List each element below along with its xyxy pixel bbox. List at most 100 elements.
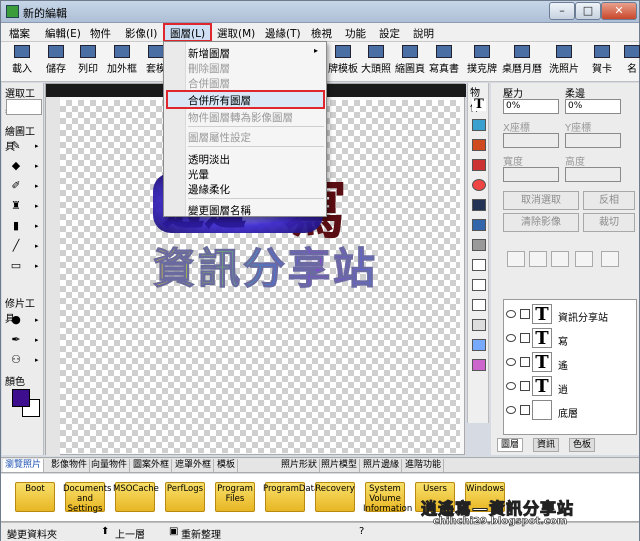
folder-item[interactable]: Program Files bbox=[213, 480, 257, 518]
y-input[interactable] bbox=[565, 133, 621, 148]
new-layer-icon[interactable] bbox=[507, 251, 525, 267]
softedge-input[interactable]: 0% bbox=[565, 99, 621, 114]
menu-item-soften-edge[interactable]: 邊緣柔化 bbox=[188, 182, 230, 197]
menu-function[interactable]: 功能 bbox=[345, 26, 366, 41]
menu-settings[interactable]: 設定 bbox=[379, 26, 400, 41]
menu-item-merge-layer[interactable]: 合併圖層 bbox=[188, 76, 230, 91]
close-button[interactable]: ✕ bbox=[601, 2, 637, 20]
poker-card-button[interactable]: 撲克牌 bbox=[467, 44, 497, 80]
menu-item-rename-layer[interactable]: 變更圖層名稱 bbox=[188, 203, 251, 218]
refresh-button[interactable]: 重新整理 bbox=[181, 526, 221, 541]
clear-image-button[interactable]: 清除影像 bbox=[503, 213, 579, 232]
crop-button[interactable]: 裁切 bbox=[583, 213, 635, 232]
change-folder-label[interactable]: 變更資料夾 bbox=[7, 526, 57, 541]
menu-item-merge-all-layers[interactable]: 合併所有圖層 bbox=[188, 93, 251, 108]
layer-checkbox[interactable] bbox=[520, 381, 530, 391]
menu-edit[interactable]: 編輯(E) bbox=[45, 26, 81, 41]
minimize-button[interactable]: – bbox=[549, 2, 575, 20]
gradient-icon[interactable] bbox=[472, 139, 486, 151]
menu-help[interactable]: 說明 bbox=[413, 26, 434, 41]
layer-row[interactable]: T 寫 bbox=[506, 328, 634, 350]
calendar-grid-icon[interactable] bbox=[472, 239, 486, 251]
photo-book-button[interactable]: 寫真書 bbox=[429, 44, 459, 80]
clone-icon[interactable]: ⚇ bbox=[8, 353, 24, 367]
menu-item-fade[interactable]: 透明淡出 bbox=[188, 152, 230, 167]
tab-pattern-frames[interactable]: 圖案外框 bbox=[131, 459, 173, 472]
calendar-button[interactable]: 桌曆月曆 bbox=[502, 44, 542, 80]
menu-layer[interactable]: 圖層(L) bbox=[170, 26, 205, 41]
bracket-icon[interactable] bbox=[472, 319, 486, 331]
tab-image-objects[interactable]: 影像物件 bbox=[49, 459, 91, 472]
tab-photo-models[interactable]: 照片模型 bbox=[319, 459, 361, 472]
layer-row[interactable]: 底層 bbox=[506, 400, 634, 422]
menu-edge[interactable]: 邊緣(T) bbox=[265, 26, 301, 41]
layer-row[interactable]: T 遙 bbox=[506, 352, 634, 374]
menu-object[interactable]: 物件 bbox=[90, 26, 111, 41]
folder-item[interactable]: Boot bbox=[13, 480, 57, 518]
pressure-input[interactable]: 0% bbox=[503, 99, 559, 114]
folder-item[interactable]: Recovery bbox=[313, 480, 357, 518]
menu-item-layer-properties[interactable]: 圖層屬性設定 bbox=[188, 130, 251, 145]
menu-item-glow[interactable]: 光暈 bbox=[188, 167, 209, 182]
select-rect-tool[interactable] bbox=[6, 99, 42, 115]
help-button[interactable]: ? bbox=[359, 526, 364, 537]
layer-row[interactable]: T 資訊分享站 bbox=[506, 304, 634, 326]
image-layer-icon[interactable] bbox=[575, 251, 593, 267]
mask-layer-icon[interactable] bbox=[551, 251, 569, 267]
star-icon[interactable] bbox=[472, 339, 486, 351]
load-button[interactable]: 載入 bbox=[7, 44, 37, 80]
line-tool-icon[interactable] bbox=[472, 299, 486, 311]
id-photo-button[interactable]: 大頭照 bbox=[361, 44, 391, 80]
delete-layer-icon[interactable] bbox=[529, 251, 547, 267]
eye-icon[interactable] bbox=[506, 382, 516, 390]
eye-icon[interactable] bbox=[506, 334, 516, 342]
exif-icon[interactable] bbox=[472, 199, 486, 211]
eraser-icon[interactable]: ◆ bbox=[8, 159, 24, 173]
menu-select[interactable]: 選取(M) bbox=[217, 26, 255, 41]
folder-item[interactable]: ProgramData bbox=[263, 480, 319, 518]
menu-item-object-to-image-layer[interactable]: 物件圖層轉為影像圖層 bbox=[188, 110, 293, 125]
menu-image[interactable]: 影像(I) bbox=[125, 26, 157, 41]
stamp-icon[interactable]: ♜ bbox=[8, 199, 24, 213]
layer-row[interactable]: T 逍 bbox=[506, 376, 634, 398]
picture-icon[interactable] bbox=[472, 119, 486, 131]
tab-layers[interactable]: 圖層 bbox=[497, 438, 524, 452]
smudge-icon[interactable]: ✒ bbox=[8, 333, 24, 347]
eye-icon[interactable] bbox=[506, 358, 516, 366]
tab-browse-photos[interactable]: 瀏覽照片 bbox=[3, 459, 45, 472]
rect-shape-icon[interactable]: ▭ bbox=[8, 259, 24, 273]
menu-item-new-layer[interactable]: 新增圖層 bbox=[188, 46, 230, 61]
eye-icon[interactable] bbox=[506, 310, 516, 318]
print-photo-button[interactable]: 洗照片 bbox=[549, 44, 579, 80]
tab-templates[interactable]: 模板 bbox=[215, 459, 239, 472]
menu-item-delete-layer[interactable]: 刪除圖層 bbox=[188, 61, 230, 76]
up-level-icon[interactable]: ⬆ bbox=[101, 526, 109, 537]
folder-item[interactable]: Documents and Settings bbox=[63, 480, 111, 518]
layer-checkbox[interactable] bbox=[520, 357, 530, 367]
maximize-button[interactable]: □ bbox=[575, 2, 601, 20]
rainbow-icon[interactable] bbox=[472, 359, 486, 371]
tab-advanced[interactable]: 進階功能 bbox=[403, 459, 445, 472]
folder-item[interactable]: PerfLogs bbox=[163, 480, 207, 518]
folder-item[interactable]: System Volume Information bbox=[363, 480, 412, 518]
folder-item[interactable]: MSOCache bbox=[113, 480, 159, 518]
frame-icon[interactable] bbox=[472, 219, 486, 231]
redeye-icon[interactable]: ● bbox=[8, 313, 24, 327]
pencil-icon[interactable]: ✎ bbox=[8, 139, 24, 153]
arrow-icon[interactable] bbox=[472, 279, 486, 291]
line-icon[interactable]: ╱ bbox=[8, 239, 24, 253]
width-input[interactable] bbox=[503, 167, 559, 182]
eye-icon[interactable] bbox=[506, 406, 516, 414]
refresh-icon[interactable]: ▣ bbox=[169, 526, 178, 537]
menu-view[interactable]: 檢視 bbox=[311, 26, 332, 41]
speech-bubble-icon[interactable] bbox=[472, 259, 486, 271]
add-frame-button[interactable]: 加外框 bbox=[107, 44, 137, 80]
menu-file[interactable]: 檔案 bbox=[9, 26, 30, 41]
brush-icon[interactable]: ✐ bbox=[8, 179, 24, 193]
layer-checkbox[interactable] bbox=[520, 309, 530, 319]
foreground-color-swatch[interactable] bbox=[12, 389, 30, 407]
tab-palette[interactable]: 色板 bbox=[569, 438, 596, 452]
fill-icon[interactable]: ▮ bbox=[8, 219, 24, 233]
clock-icon[interactable] bbox=[472, 179, 486, 191]
layer-checkbox[interactable] bbox=[520, 333, 530, 343]
